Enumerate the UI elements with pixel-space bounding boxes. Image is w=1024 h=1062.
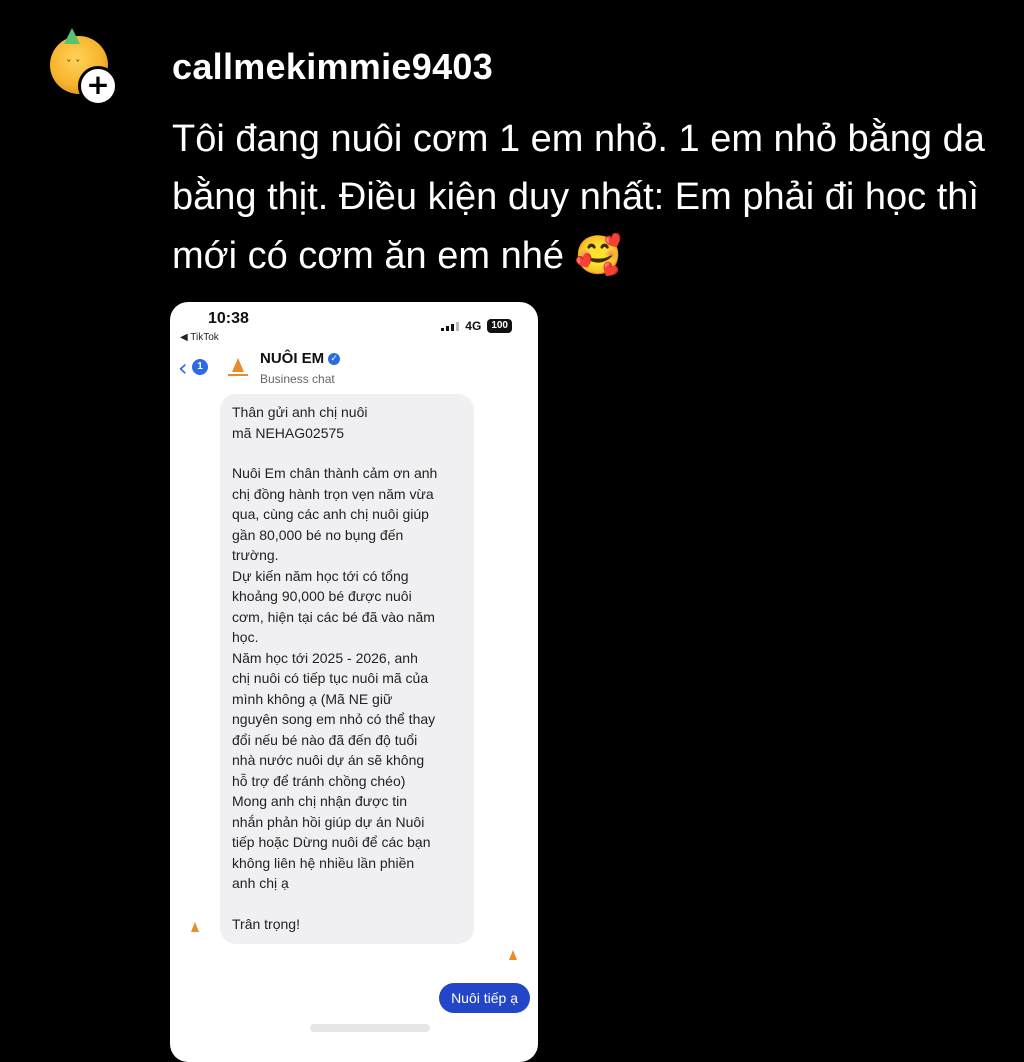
post-username[interactable]: callmekimmie9403 [172, 46, 493, 88]
nuoi-em-logo [226, 356, 250, 380]
chat-screenshot: 10:38 ◀ TikTok 4G 100 ‹ 1 NUÔI EM ✓ Busi… [170, 302, 538, 1062]
chat-title[interactable]: NUÔI EM ✓ [260, 350, 341, 367]
battery-icon: 100 [487, 319, 512, 333]
follow-plus-button[interactable]: + [78, 66, 118, 106]
status-time: 10:38 [208, 310, 249, 327]
verified-check-icon: ✓ [328, 352, 341, 365]
sender-avatar-icon [188, 922, 202, 936]
message-body: Nuôi Em chân thành cảm ơn anh chị đồng h… [232, 465, 438, 891]
network-label: 4G [465, 319, 482, 333]
unread-count-badge[interactable]: 1 [192, 359, 208, 375]
chat-header: ‹ 1 NUÔI EM ✓ Business chat [170, 346, 538, 392]
signal-icon [441, 321, 460, 331]
post-caption: Tôi đang nuôi cơm 1 em nhỏ. 1 em nhỏ bằn… [172, 110, 992, 285]
avatar[interactable]: ˇ ˇ + [50, 28, 118, 106]
message-signoff: Trân trọng! [232, 915, 300, 932]
message-input-bar[interactable] [310, 1024, 430, 1032]
message-greeting: Thân gửi anh chị nuôi mã NEHAG02575 [232, 404, 368, 441]
read-receipt-icon [506, 950, 520, 964]
chevron-left-icon[interactable]: ‹ [178, 354, 188, 382]
status-indicators: 4G 100 [441, 319, 512, 333]
incoming-message-bubble: Thân gửi anh chị nuôi mã NEHAG02575 Nuôi… [220, 394, 474, 944]
outgoing-message-bubble: Nuôi tiếp ạ [439, 983, 530, 1013]
chat-subtitle: Business chat [260, 372, 335, 386]
back-to-app-link[interactable]: ◀ TikTok [180, 332, 219, 343]
smiling-hearts-emoji: 🥰 [574, 233, 622, 277]
